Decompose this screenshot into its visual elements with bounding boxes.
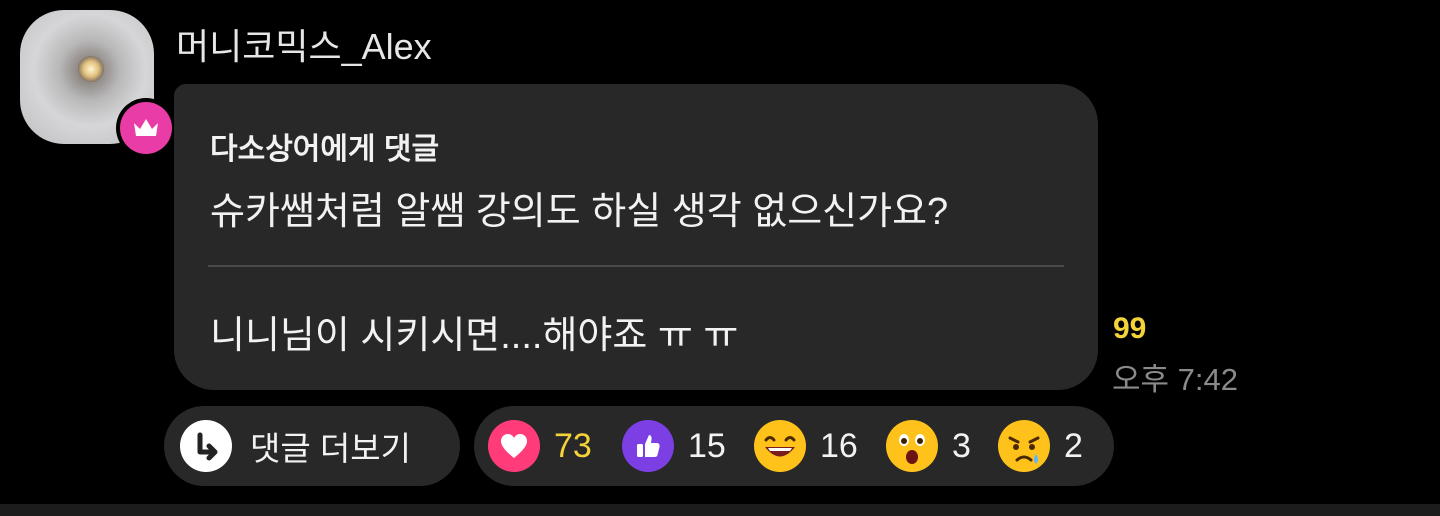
more-replies-button[interactable]: 댓글 더보기 [164, 406, 460, 486]
reply-to-label: 다소상어에게 댓글 [210, 133, 440, 166]
surprised-face-icon [886, 420, 938, 472]
crown-icon [134, 119, 158, 136]
bottom-strip [0, 504, 1440, 516]
reaction-bar: 73 15 16 3 2 [474, 406, 1114, 486]
bubble-divider [208, 265, 1064, 267]
reply-text: 니니님이 시키시면....해야죠 ㅠ ㅠ [210, 315, 739, 357]
read-count: 99 [1113, 312, 1147, 345]
crown-badge [116, 98, 176, 158]
reply-arrow-icon [180, 420, 232, 472]
reaction-sad[interactable]: 2 [998, 420, 1083, 472]
username[interactable]: 머니코믹스_Alex [176, 18, 432, 70]
reaction-heart[interactable]: 73 [488, 420, 592, 472]
quoted-comment-text: 슈카쌤처럼 알쌤 강의도 하실 생각 없으신가요? [210, 191, 949, 233]
reaction-like[interactable]: 15 [622, 420, 726, 472]
laughing-face-icon [754, 420, 806, 472]
sad-face-icon [998, 420, 1050, 472]
sad-count: 2 [1064, 426, 1083, 465]
reaction-surprise[interactable]: 3 [886, 420, 971, 472]
more-replies-label: 댓글 더보기 [250, 430, 411, 467]
reaction-laugh[interactable]: 16 [754, 420, 858, 472]
user-avatar[interactable] [20, 10, 176, 158]
thumbs-up-icon [622, 420, 674, 472]
heart-count: 73 [554, 426, 592, 465]
heart-icon [488, 420, 540, 472]
like-count: 15 [688, 426, 726, 465]
comment-bubble[interactable]: 다소상어에게 댓글 슈카쌤처럼 알쌤 강의도 하실 생각 없으신가요? 니니님이… [174, 84, 1098, 390]
surprise-count: 3 [952, 426, 971, 465]
laugh-count: 16 [820, 426, 858, 465]
timestamp: 오후 7:42 [1112, 362, 1238, 397]
